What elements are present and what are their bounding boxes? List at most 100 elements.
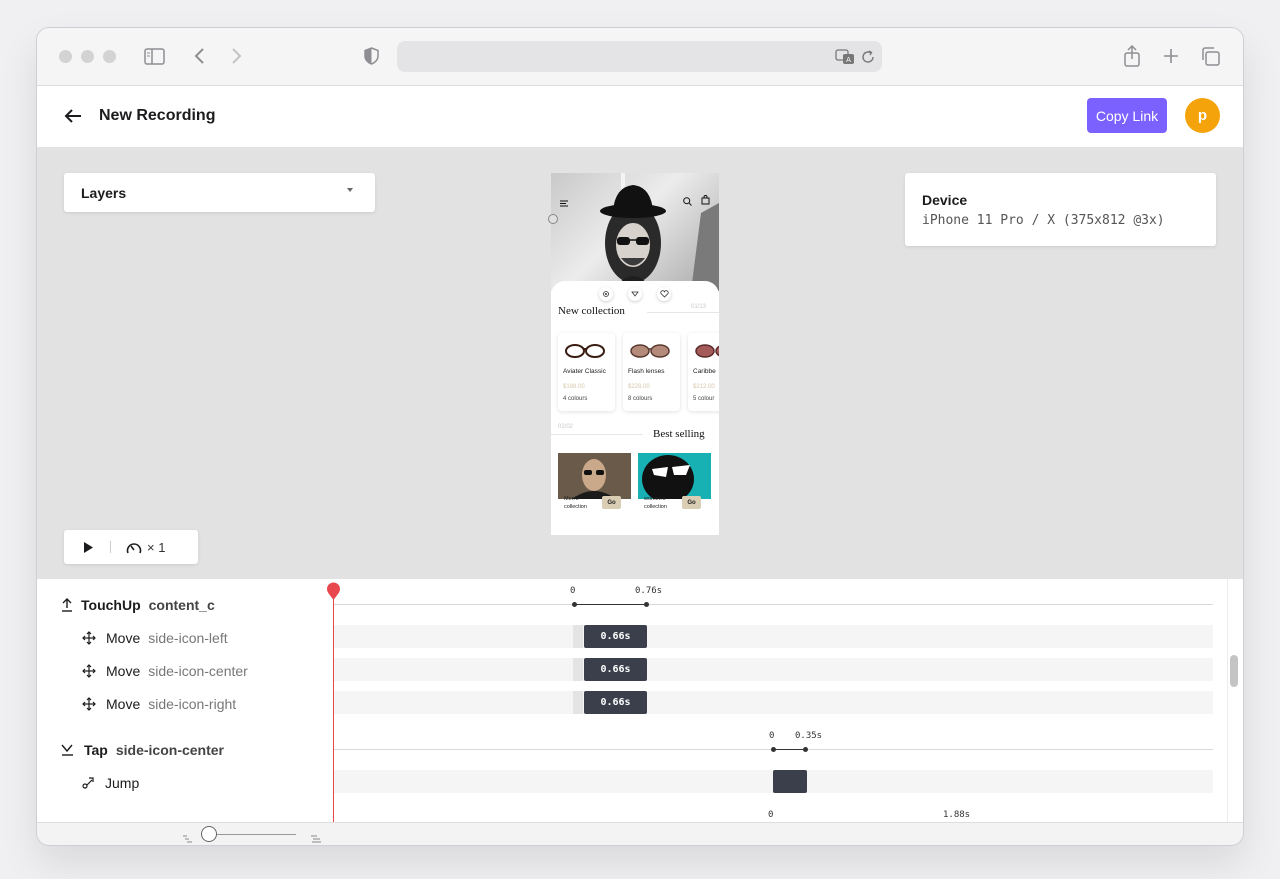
svg-text:A: A [846, 56, 851, 64]
timeline-row[interactable]: Move side-icon-right [82, 696, 236, 712]
gear-icon [603, 291, 609, 297]
collection-label: collection [564, 504, 587, 510]
zoom-bar [37, 822, 1243, 845]
lane-offset [573, 691, 583, 714]
track-line [333, 604, 1213, 605]
scale-dot [644, 602, 649, 607]
avatar[interactable]: p [1185, 98, 1220, 133]
go-button[interactable]: Go [602, 496, 621, 509]
divider [647, 312, 719, 313]
scale-start: 0 [769, 731, 775, 741]
playhead-line [333, 589, 334, 822]
mens-collection-tile[interactable]: Men's collection Go [558, 453, 631, 511]
zoom-in-icon[interactable] [311, 830, 321, 845]
event-target: content_c [148, 597, 215, 613]
back-icon[interactable] [189, 46, 209, 66]
event-name: Move [106, 630, 141, 646]
play-icon[interactable] [81, 540, 95, 554]
device-panel: Device iPhone 11 Pro / X (375x812 @3x) [905, 173, 1216, 246]
bag-icon[interactable] [701, 192, 710, 210]
timeline-row[interactable]: Jump [82, 775, 139, 791]
copy-link-button[interactable]: Copy Link [1087, 98, 1167, 133]
menu-icon[interactable] [560, 194, 569, 212]
product-card[interactable]: Caribbe $212.00 5 colour [688, 333, 719, 411]
lane-offset [573, 658, 583, 681]
playhead-handle[interactable] [326, 582, 341, 606]
event-name: Jump [105, 775, 140, 791]
touch-indicator [548, 214, 558, 224]
event-target: side-icon-left [148, 630, 228, 646]
move-icon [82, 664, 96, 678]
product-colours: 4 colours [563, 396, 588, 402]
timeline-lane [333, 625, 1213, 648]
product-name: Caribbe [693, 368, 716, 375]
scale-dot [572, 602, 577, 607]
womens-collection-tile[interactable]: women's collection Go [638, 453, 711, 511]
scroll-track [1227, 579, 1228, 822]
side-icon-left[interactable] [599, 287, 613, 301]
best-selling-heading: Best selling [653, 428, 705, 440]
duration-bar[interactable]: 0.66s [584, 658, 647, 681]
duration-bar[interactable]: 0.66s [584, 691, 647, 714]
share-icon[interactable] [1121, 44, 1143, 68]
divider [110, 541, 111, 553]
duration-bar[interactable] [773, 770, 807, 793]
forward-icon[interactable] [227, 46, 247, 66]
collection-label: Men's [564, 496, 579, 502]
product-price: $188.00 [563, 384, 585, 390]
page-title: New Recording [99, 107, 216, 124]
close-window-dot[interactable] [59, 50, 72, 63]
mens-collection-image [558, 453, 631, 499]
timeline-row[interactable]: Tap side-icon-center [61, 742, 224, 758]
product-name: Flash lenses [628, 368, 665, 375]
translate-icon[interactable]: A [834, 47, 856, 67]
timeline-row[interactable]: TouchUp content_c [61, 597, 215, 613]
product-card[interactable]: Flash lenses $228.00 8 colours [623, 333, 680, 411]
zoom-out-icon[interactable] [183, 830, 192, 845]
collection-label: women's [644, 496, 666, 502]
privacy-shield-icon[interactable] [362, 46, 380, 66]
search-icon[interactable] [683, 193, 692, 211]
sidebar-toggle-icon[interactable] [143, 46, 165, 66]
tap-icon [61, 744, 73, 756]
timeline-lane [333, 658, 1213, 681]
timeline-panel: TouchUp content_c Move side-icon-left Move… [37, 579, 1243, 822]
scale-end: 1.88s [943, 810, 971, 820]
zoom-slider-track[interactable] [209, 834, 296, 835]
scale-range [773, 749, 806, 750]
speed-gauge-icon[interactable] [125, 539, 143, 555]
address-bar[interactable]: A [397, 41, 882, 72]
scale-range [574, 604, 647, 605]
speed-value[interactable]: × 1 [147, 540, 165, 555]
go-button[interactable]: Go [682, 496, 701, 509]
heart-icon [659, 290, 669, 298]
scale-end: 0.76s [635, 586, 663, 596]
tab-overview-icon[interactable] [1199, 45, 1221, 67]
app-header: New Recording Copy Link p [37, 86, 1243, 148]
timeline-row[interactable]: Move side-icon-left [82, 630, 228, 646]
glasses-icon [565, 344, 605, 358]
reload-icon[interactable] [859, 48, 877, 66]
event-name: TouchUp [81, 597, 141, 613]
device-label: Device [922, 192, 968, 208]
product-card[interactable]: Aviater Classic $188.00 4 colours [558, 333, 615, 411]
minimize-window-dot[interactable] [81, 50, 94, 63]
product-price: $228.00 [628, 384, 650, 390]
zoom-slider-knob[interactable] [201, 826, 217, 842]
duration-bar[interactable]: 0.66s [584, 625, 647, 648]
scrollbar-thumb[interactable] [1230, 655, 1238, 687]
scale-end: 0.35s [795, 731, 823, 741]
new-tab-icon[interactable] [1161, 46, 1181, 66]
zoom-window-dot[interactable] [103, 50, 116, 63]
side-icon-right[interactable] [657, 287, 671, 301]
timeline-row[interactable]: Move side-icon-center [82, 663, 248, 679]
playback-controls: × 1 [64, 530, 198, 564]
back-arrow-icon[interactable] [62, 106, 84, 126]
glasses-icon [630, 344, 670, 358]
phone-preview[interactable]: New collection 01/13 Aviater Classic $18… [551, 173, 719, 535]
layers-dropdown[interactable]: Layers [64, 173, 375, 212]
event-name: Move [106, 696, 141, 712]
divider [551, 434, 643, 435]
event-name: Move [106, 663, 141, 679]
side-icon-center[interactable] [628, 287, 642, 301]
